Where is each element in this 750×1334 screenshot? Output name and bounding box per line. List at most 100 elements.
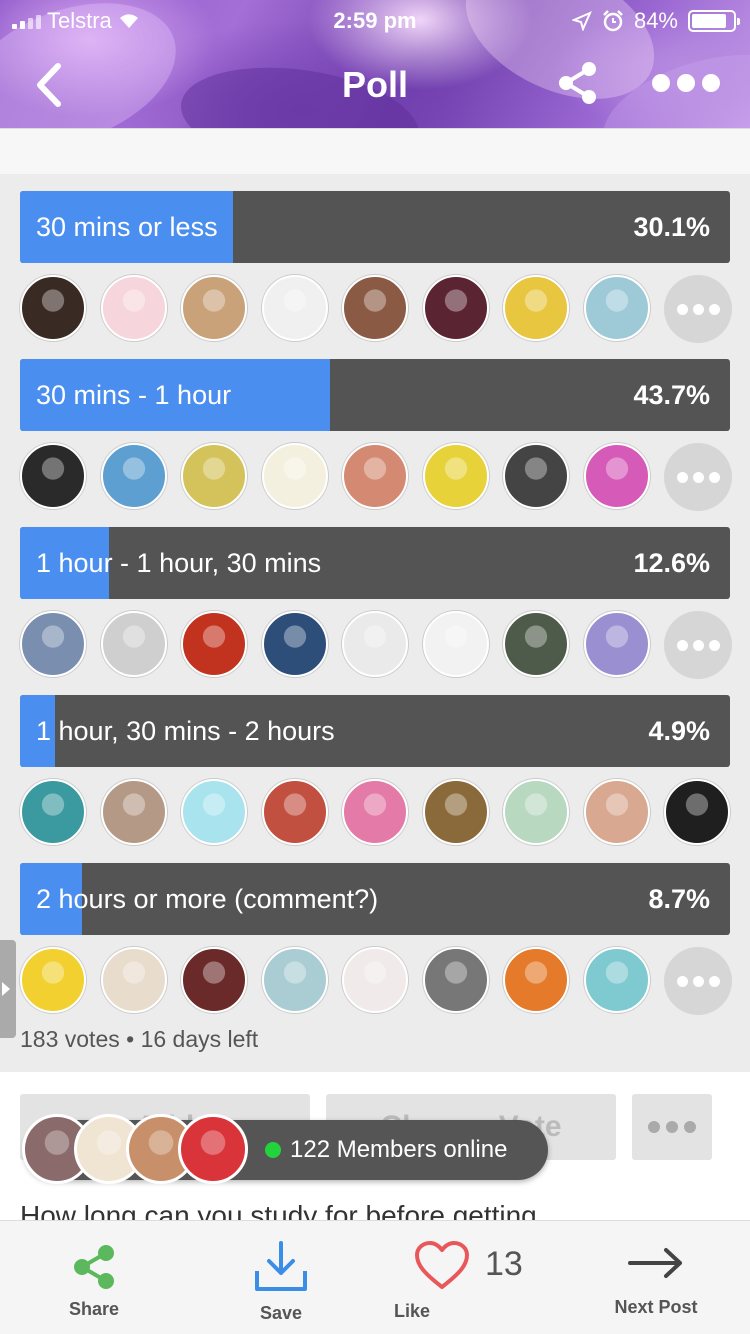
voter-avatars (20, 431, 732, 527)
voter-avatars (20, 767, 730, 863)
voter-avatar[interactable] (100, 443, 167, 509)
battery-percent: 84% (633, 8, 678, 33)
save-tab[interactable]: Save (225, 1221, 337, 1334)
poll-option-label: 1 hour - 1 hour, 30 mins (36, 548, 322, 578)
voter-avatar[interactable] (261, 275, 328, 341)
more-dot (708, 639, 720, 651)
voter-avatar[interactable] (583, 779, 650, 845)
share-tab-label: Share (68, 1299, 120, 1319)
poll-option-bar[interactable]: 1 hour, 30 mins - 2 hours 4.9% (20, 695, 730, 767)
poll-option-label: 30 mins or less (36, 212, 218, 242)
poll-option-percent: 8.7% (648, 884, 710, 914)
voter-avatar[interactable] (342, 443, 408, 509)
more-dot (692, 975, 704, 987)
voter-avatar[interactable] (342, 611, 408, 677)
voter-avatar[interactable] (261, 779, 328, 845)
poll-option[interactable]: 1 hour, 30 mins - 2 hours 4.9% (20, 695, 730, 863)
voter-avatar[interactable] (422, 611, 489, 677)
poll-option-bar[interactable]: 30 mins - 1 hour 43.7% (20, 359, 730, 431)
voter-avatar[interactable] (664, 779, 730, 845)
more-dots-icon (676, 471, 688, 483)
poll-option[interactable]: 2 hours or more (comment?) 8.7% (20, 863, 732, 1031)
more-dot (684, 1121, 696, 1133)
voter-avatar[interactable] (261, 443, 328, 509)
arrow-right-icon (628, 1248, 682, 1278)
more-dots-icon (676, 975, 688, 987)
voter-avatar[interactable] (181, 779, 247, 845)
poll-option[interactable]: 30 mins or less 30.1% (20, 191, 732, 359)
more-voters-button[interactable] (664, 947, 732, 1015)
subheader (0, 128, 750, 174)
poll-option[interactable]: 30 mins - 1 hour 43.7% (20, 359, 732, 527)
online-member-avatar[interactable] (178, 1114, 248, 1184)
voter-avatar[interactable] (20, 275, 86, 341)
voter-avatar[interactable] (503, 779, 569, 845)
more-options-button[interactable] (652, 70, 722, 96)
poll-option-percent: 30.1% (633, 212, 710, 242)
heart-icon (415, 1241, 469, 1289)
members-online-text: 122 Members online (290, 1136, 508, 1163)
voter-avatar[interactable] (181, 947, 247, 1013)
poll-option-label: 30 mins - 1 hour (36, 380, 232, 410)
post-more-button[interactable] (632, 1094, 712, 1160)
voter-avatar[interactable] (422, 779, 489, 845)
voter-avatar[interactable] (20, 443, 86, 509)
share-tab[interactable]: Share (38, 1221, 150, 1334)
next-post-tab-label: Next Post (614, 1297, 698, 1317)
voter-avatar[interactable] (342, 947, 408, 1013)
voter-avatar[interactable] (20, 611, 86, 677)
like-tab-label: Like (393, 1301, 431, 1321)
more-voters-button[interactable] (664, 443, 732, 511)
location-icon (571, 11, 592, 31)
next-post-tab[interactable]: Next Post (598, 1221, 714, 1334)
poll-option-bar[interactable]: 30 mins or less 30.1% (20, 191, 730, 263)
more-voters-button[interactable] (664, 611, 732, 679)
share-icon (74, 1245, 114, 1289)
voter-avatar[interactable] (503, 443, 569, 509)
more-dot (692, 303, 704, 315)
download-icon (255, 1241, 307, 1291)
more-dots-icon (676, 639, 688, 651)
share-button[interactable] (555, 60, 601, 106)
more-dots-icon (652, 74, 670, 92)
voter-avatar[interactable] (181, 611, 247, 677)
voter-avatar[interactable] (342, 275, 408, 341)
voter-avatar[interactable] (503, 947, 569, 1013)
voter-avatar[interactable] (100, 947, 167, 1013)
voter-avatar[interactable] (342, 779, 408, 845)
voter-avatar[interactable] (583, 443, 650, 509)
more-dot (708, 975, 720, 987)
poll-option-percent: 4.9% (648, 716, 710, 746)
voter-avatars (20, 263, 732, 359)
poll-option-bar[interactable]: 2 hours or more (comment?) 8.7% (20, 863, 730, 935)
voter-avatar[interactable] (181, 275, 247, 341)
voter-avatar[interactable] (583, 611, 650, 677)
voter-avatar[interactable] (261, 947, 328, 1013)
poll-option-label: 1 hour, 30 mins - 2 hours (36, 716, 335, 746)
voter-avatar[interactable] (422, 275, 489, 341)
voter-avatar[interactable] (503, 611, 569, 677)
members-online-pill[interactable]: 122 Members online (22, 1114, 548, 1184)
voter-avatar[interactable] (503, 275, 569, 341)
voter-avatar[interactable] (100, 275, 167, 341)
more-dot (677, 74, 695, 92)
poll-option-bar[interactable]: 1 hour - 1 hour, 30 mins 12.6% (20, 527, 730, 599)
more-dot (666, 1121, 678, 1133)
voter-avatar[interactable] (583, 947, 650, 1013)
voter-avatar[interactable] (583, 275, 650, 341)
save-tab-label: Save (259, 1303, 303, 1323)
voter-avatar[interactable] (261, 611, 328, 677)
voter-avatar[interactable] (422, 443, 489, 509)
side-drawer-handle[interactable] (0, 940, 16, 1038)
poll: 30 mins or less 30.1% 30 mins - 1 hour 43.7… (0, 174, 750, 1072)
voter-avatar[interactable] (100, 611, 167, 677)
page-title: Poll (341, 64, 408, 105)
more-voters-button[interactable] (664, 275, 732, 343)
voter-avatar[interactable] (181, 443, 247, 509)
voter-avatar[interactable] (100, 779, 167, 845)
poll-option[interactable]: 1 hour - 1 hour, 30 mins 12.6% (20, 527, 732, 695)
voter-avatar[interactable] (422, 947, 489, 1013)
voter-avatar[interactable] (20, 779, 86, 845)
status-bar: Telstra 2:59 pm 84% (0, 0, 750, 40)
voter-avatar[interactable] (20, 947, 86, 1013)
